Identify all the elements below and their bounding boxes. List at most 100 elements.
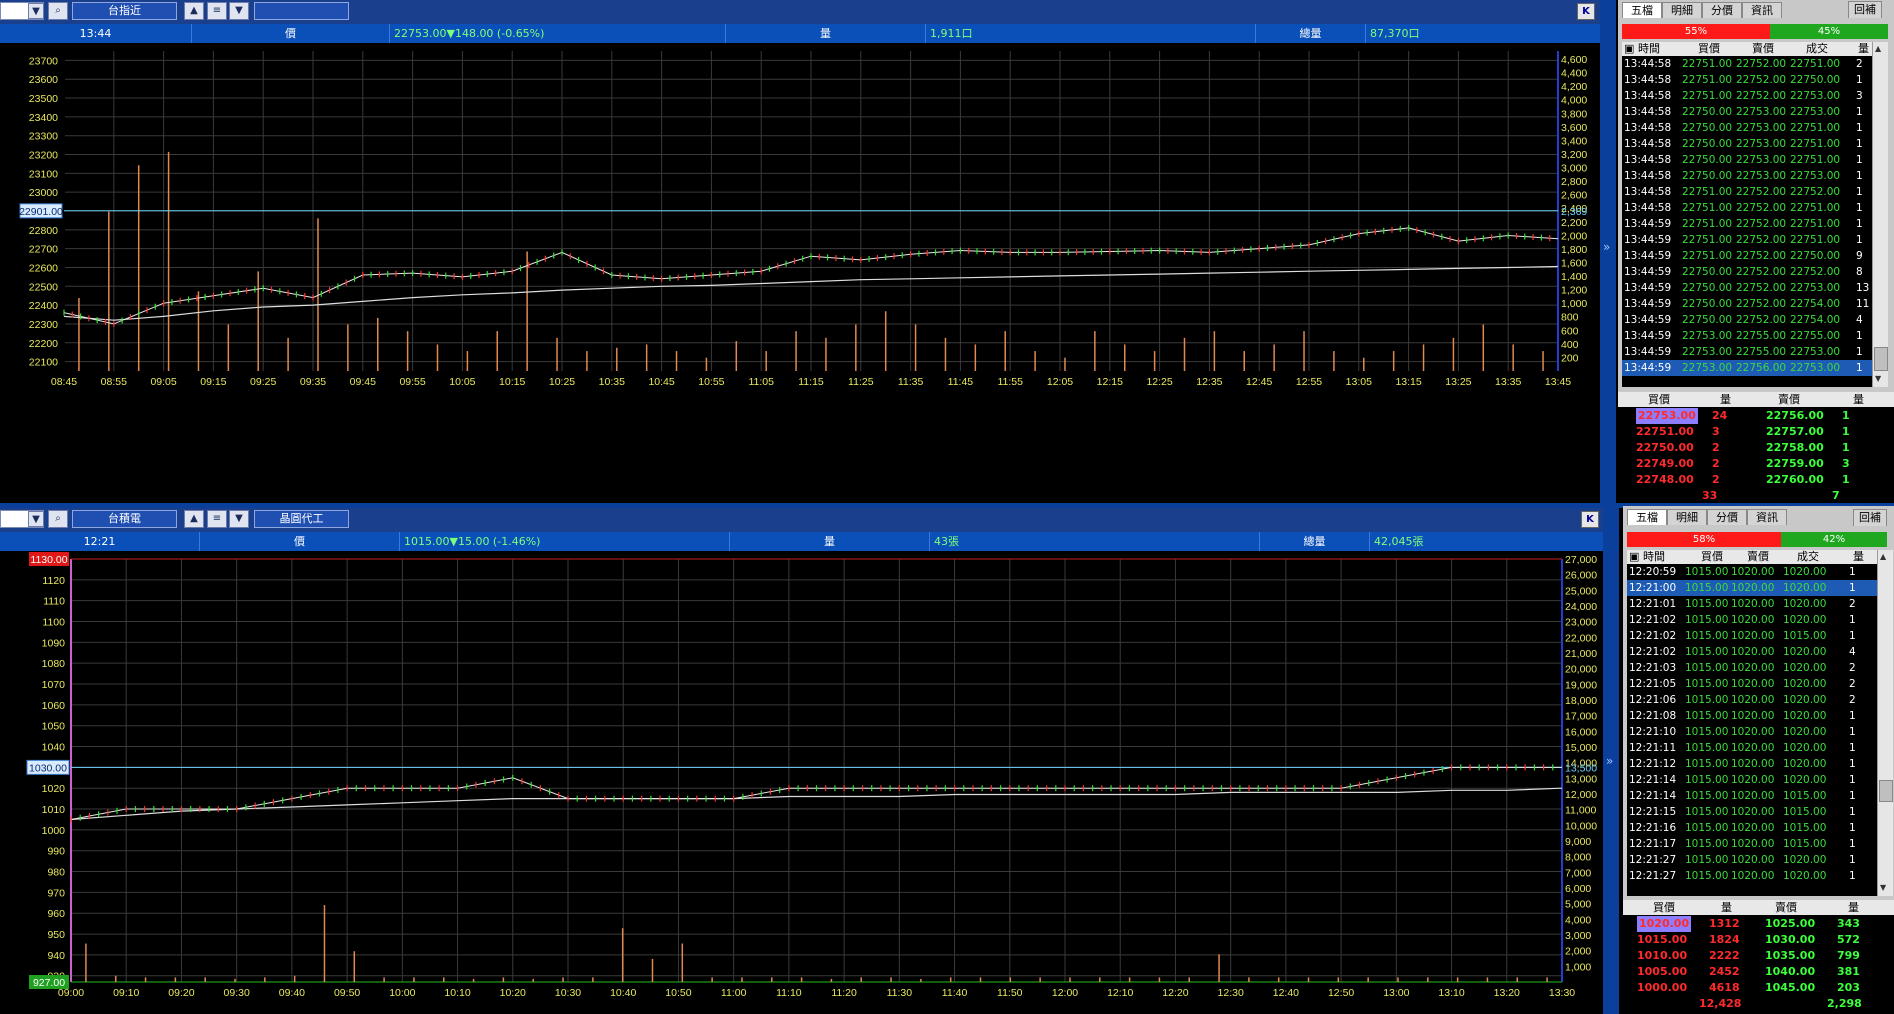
chevron-down-icon[interactable]: ▼: [229, 510, 249, 528]
book-bid-qty: 2: [1712, 441, 1720, 454]
tick-row[interactable]: 12:21:16 1015.00 1020.00 1015.00 1: [1627, 820, 1877, 836]
tick-row[interactable]: 13:44:59 22751.00 22752.00 22751.00 1: [1622, 216, 1872, 232]
tick-row[interactable]: 12:21:02 1015.00 1020.00 1020.00 4: [1627, 644, 1877, 660]
tick-row[interactable]: 12:21:05 1015.00 1020.00 1020.00 2: [1627, 676, 1877, 692]
bottom-symbol-name[interactable]: 台積電: [72, 510, 177, 528]
top-splitter[interactable]: »: [1600, 0, 1616, 503]
tick-row[interactable]: 12:21:10 1015.00 1020.00 1020.00 1: [1627, 724, 1877, 740]
tick-row[interactable]: 12:21:08 1015.00 1020.00 1020.00 1: [1627, 708, 1877, 724]
tick-row[interactable]: 12:21:14 1015.00 1020.00 1020.00 1: [1627, 772, 1877, 788]
book-row[interactable]: 1010.00 2222 1035.00 799: [1623, 948, 1894, 964]
tick-row[interactable]: 13:44:58 22751.00 22752.00 22751.00 1: [1622, 200, 1872, 216]
scroll-down-icon[interactable]: ▼: [1875, 374, 1881, 383]
chevron-down-icon[interactable]: ▼: [28, 3, 44, 19]
tick-row[interactable]: 12:20:59 1015.00 1020.00 1020.00 1: [1627, 564, 1877, 580]
tick-row[interactable]: 13:44:58 22750.00 22753.00 22751.00 1: [1622, 120, 1872, 136]
bottom-category[interactable]: 晶圓代工: [254, 510, 349, 528]
tab-info[interactable]: 資訊: [1747, 509, 1787, 525]
tick-row[interactable]: 13:44:58 22750.00 22753.00 22753.00 1: [1622, 168, 1872, 184]
book-hdr-askqty: 量: [1853, 393, 1864, 406]
tick-row[interactable]: 12:21:00 1015.00 1020.00 1020.00 1: [1627, 580, 1877, 596]
refresh-button[interactable]: 回補: [1848, 1, 1882, 18]
tick-row[interactable]: 12:21:17 1015.00 1020.00 1015.00 1: [1627, 836, 1877, 852]
book-row[interactable]: 1000.00 4618 1045.00 203: [1623, 980, 1894, 996]
scroll-up-icon[interactable]: ▲: [1880, 552, 1886, 561]
bottom-splitter[interactable]: »: [1603, 508, 1619, 1014]
x-tick-label: 08:55: [101, 376, 127, 388]
top-symbol-name[interactable]: 台指近: [72, 2, 177, 20]
tick-row[interactable]: 13:44:59 22751.00 22752.00 22750.00 9: [1622, 248, 1872, 264]
tick-row[interactable]: 12:21:03 1015.00 1020.00 1020.00 2: [1627, 660, 1877, 676]
tick-row[interactable]: 13:44:58 22750.00 22753.00 22753.00 1: [1622, 104, 1872, 120]
book-ask-qty: 381: [1837, 965, 1860, 978]
chevron-down-icon[interactable]: ▼: [229, 2, 249, 20]
tick-row[interactable]: 13:44:59 22750.00 22752.00 22753.00 13: [1622, 280, 1872, 296]
search-icon[interactable]: ⌕: [48, 510, 68, 528]
tick-row[interactable]: 13:44:58 22750.00 22753.00 22751.00 1: [1622, 152, 1872, 168]
book-row[interactable]: 22751.00 3 22757.00 1: [1618, 424, 1894, 440]
refresh-button[interactable]: 回補: [1853, 509, 1887, 526]
tab-details[interactable]: 明細: [1667, 509, 1707, 525]
tick-row[interactable]: 13:44:58 22751.00 22752.00 22751.00 2: [1622, 56, 1872, 72]
tick-row[interactable]: 13:44:59 22750.00 22752.00 22754.00 11: [1622, 296, 1872, 312]
scroll-thumb[interactable]: [1879, 780, 1893, 802]
book-ask-price: 1045.00: [1765, 981, 1816, 994]
list-icon[interactable]: ≡: [207, 2, 227, 20]
tick-row[interactable]: 13:44:59 22750.00 22752.00 22754.00 4: [1622, 312, 1872, 328]
tick-qty: 1: [1849, 582, 1856, 594]
tick-row[interactable]: 12:21:15 1015.00 1020.00 1015.00 1: [1627, 804, 1877, 820]
scroll-thumb[interactable]: [1874, 347, 1888, 371]
chevron-down-icon[interactable]: ▼: [28, 511, 44, 527]
tick-row[interactable]: 13:44:59 22753.00 22755.00 22753.00 1: [1622, 344, 1872, 360]
tick-row[interactable]: 12:21:14 1015.00 1020.00 1015.00 1: [1627, 788, 1877, 804]
book-row[interactable]: 1015.00 1824 1030.00 572: [1623, 932, 1894, 948]
book-row[interactable]: 1005.00 2452 1040.00 381: [1623, 964, 1894, 980]
tick-list-scrollbar[interactable]: ▲ ▼: [1877, 550, 1893, 896]
tick-row[interactable]: 12:21:02 1015.00 1020.00 1015.00 1: [1627, 628, 1877, 644]
tick-row[interactable]: 12:21:11 1015.00 1020.00 1020.00 1: [1627, 740, 1877, 756]
kline-button[interactable]: K: [1577, 3, 1595, 20]
tick-row[interactable]: 12:21:27 1015.00 1020.00 1020.00 1: [1627, 852, 1877, 868]
book-row[interactable]: 22749.00 2 22759.00 3: [1618, 456, 1894, 472]
tick-list-scrollbar[interactable]: ▲ ▼: [1872, 42, 1888, 387]
tick-row[interactable]: 13:44:59 22750.00 22752.00 22752.00 8: [1622, 264, 1872, 280]
tab-price-volume[interactable]: 分價: [1707, 509, 1747, 525]
tick-row[interactable]: 12:21:01 1015.00 1020.00 1020.00 2: [1627, 596, 1877, 612]
double-chevron-right-icon[interactable]: »: [1603, 240, 1610, 254]
tick-row[interactable]: 12:21:06 1015.00 1020.00 1020.00 2: [1627, 692, 1877, 708]
double-chevron-right-icon[interactable]: »: [1606, 754, 1613, 768]
book-row[interactable]: 22750.00 2 22758.00 1: [1618, 440, 1894, 456]
search-icon[interactable]: ⌕: [48, 2, 68, 20]
tick-row[interactable]: 13:44:59 22753.00 22756.00 22753.00 1: [1622, 360, 1872, 376]
y-tick-label: 23400: [29, 112, 58, 124]
tab-info[interactable]: 資訊: [1742, 2, 1782, 18]
tick-row[interactable]: 13:44:59 22753.00 22755.00 22755.00 1: [1622, 328, 1872, 344]
x-tick-label: 09:05: [150, 376, 176, 388]
tab-five-levels[interactable]: 五檔: [1627, 509, 1667, 525]
tick-row[interactable]: 13:44:58 22751.00 22752.00 22753.00 3: [1622, 88, 1872, 104]
scroll-down-icon[interactable]: ▼: [1880, 883, 1886, 892]
tick-row[interactable]: 13:44:58 22750.00 22753.00 22751.00 1: [1622, 136, 1872, 152]
up-arrow-icon[interactable]: ▲: [184, 2, 204, 20]
book-header: 買價 量 賣價 量: [1623, 900, 1894, 915]
tab-five-levels[interactable]: 五檔: [1622, 2, 1662, 18]
tab-price-volume[interactable]: 分價: [1702, 2, 1742, 18]
tick-row[interactable]: 12:21:27 1015.00 1020.00 1020.00 1: [1627, 868, 1877, 884]
kline-button[interactable]: K: [1581, 511, 1599, 528]
tick-row[interactable]: 12:21:12 1015.00 1020.00 1020.00 1: [1627, 756, 1877, 772]
scroll-up-icon[interactable]: ▲: [1875, 44, 1881, 53]
tab-details[interactable]: 明細: [1662, 2, 1702, 18]
book-row[interactable]: 22753.00 24 22756.00 1: [1618, 408, 1894, 424]
tick-row[interactable]: 12:21:02 1015.00 1020.00 1020.00 1: [1627, 612, 1877, 628]
tick-row[interactable]: 13:44:58 22751.00 22752.00 22752.00 1: [1622, 184, 1872, 200]
tick-row[interactable]: 13:44:59 22751.00 22752.00 22751.00 1: [1622, 232, 1872, 248]
up-arrow-icon[interactable]: ▲: [184, 510, 204, 528]
top-category[interactable]: [254, 2, 349, 20]
x-tick-label: 10:10: [444, 987, 470, 999]
tick-row[interactable]: 13:44:58 22751.00 22752.00 22750.00 1: [1622, 72, 1872, 88]
tick-trade: 1015.00: [1783, 630, 1827, 642]
top-total-value: 87,370口: [1370, 27, 1420, 40]
list-icon[interactable]: ≡: [207, 510, 227, 528]
book-row[interactable]: 22748.00 2 22760.00 1: [1618, 472, 1894, 488]
book-row[interactable]: 1020.00 1312 1025.00 343: [1623, 916, 1894, 932]
